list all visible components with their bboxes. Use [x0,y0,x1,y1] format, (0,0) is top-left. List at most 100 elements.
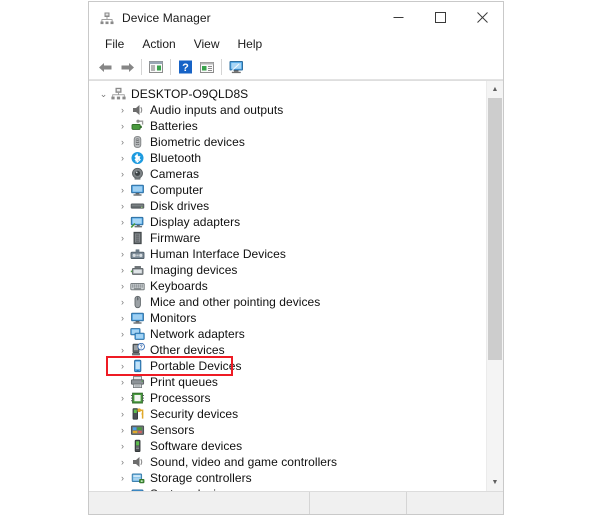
title-bar: Device Manager [89,2,503,33]
tree-item-label: Security devices [150,407,238,421]
chevron-right-icon[interactable]: › [116,474,129,483]
tree-item-label: Sensors [150,423,194,437]
chevron-right-icon[interactable]: › [116,250,129,259]
chevron-right-icon[interactable]: › [116,170,129,179]
tree-item-batteries[interactable]: ›Batteries [89,118,486,134]
maximize-button[interactable] [419,2,461,33]
software-device-icon [129,438,146,454]
menu-item-view[interactable]: View [185,35,229,54]
vertical-scrollbar[interactable]: ▲ ▼ [486,81,503,491]
chevron-right-icon[interactable]: › [116,490,129,492]
display-adapter-icon [129,214,146,230]
imaging-scanner-icon [129,262,146,278]
chevron-down-icon[interactable]: ⌄ [97,90,110,99]
close-button[interactable] [461,2,503,33]
chevron-right-icon[interactable]: › [116,314,129,323]
chevron-right-icon[interactable]: › [116,202,129,211]
tree-item-system-devices[interactable]: ›System devices [89,486,486,491]
screenshot-canvas: Device Manager File Action View Help [0,0,600,530]
chevron-right-icon[interactable]: › [116,234,129,243]
tree-item-software-devices[interactable]: ›Software devices [89,438,486,454]
tree-item-label: Other devices [150,343,225,357]
forward-arrow-icon[interactable] [116,57,138,78]
scrollbar-thumb[interactable] [488,98,502,360]
tree-item-display-adapters[interactable]: › Display adapters [89,214,486,230]
tree-item-label: Human Interface Devices [150,247,286,261]
menu-item-action[interactable]: Action [133,35,184,54]
chevron-right-icon[interactable]: › [116,330,129,339]
chevron-right-icon[interactable]: › [116,138,129,147]
back-arrow-icon[interactable] [94,57,116,78]
properties-icon[interactable] [145,57,167,78]
tree-item-portable-devices[interactable]: ›Portable Devices [89,358,486,374]
window-controls [377,2,503,33]
computer-root-icon [110,86,127,102]
tree-item-label: Audio inputs and outputs [150,103,283,117]
update-driver-icon[interactable] [196,57,218,78]
tree-item-print-queues[interactable]: ›Print queues [89,374,486,390]
scan-hardware-icon[interactable] [225,57,247,78]
tree-item-sound-video-and-game-controllers[interactable]: ›Sound, video and game controllers [89,454,486,470]
other-devices-question-icon: ? [129,342,146,358]
chevron-right-icon[interactable]: › [116,106,129,115]
tree-item-label: Cameras [150,167,199,181]
menu-item-file[interactable]: File [96,35,133,54]
tree-item-storage-controllers[interactable]: ›Storage controllers [89,470,486,486]
speaker-icon [129,454,146,470]
tree-item-mice-and-other-pointing-devices[interactable]: › Mice and other pointing devices [89,294,486,310]
chevron-right-icon[interactable]: › [116,154,129,163]
status-pane-3 [406,492,503,514]
chevron-right-icon[interactable]: › [116,458,129,467]
minimize-button[interactable] [377,2,419,33]
tree-item-computer[interactable]: ›Computer [89,182,486,198]
chevron-right-icon[interactable]: › [116,346,129,355]
chevron-right-icon[interactable]: › [116,426,129,435]
fingerprint-icon [129,134,146,150]
tree-item-human-interface-devices[interactable]: › Human Interface Devices [89,246,486,262]
tree-item-sensors[interactable]: › Sensors [89,422,486,438]
tree-item-label: Display adapters [150,215,240,229]
tree-item-bluetooth[interactable]: ›Bluetooth [89,150,486,166]
chevron-right-icon[interactable]: › [116,378,129,387]
device-manager-window: Device Manager File Action View Help [88,1,504,515]
tree-item-keyboards[interactable]: › Keyboards [89,278,486,294]
tree-item-label: Network adapters [150,327,245,341]
tree-item-security-devices[interactable]: › Security devices [89,406,486,422]
chevron-right-icon[interactable]: › [116,266,129,275]
svg-text:?: ? [182,62,189,74]
scrollbar-track[interactable] [487,98,503,474]
tree-item-monitors[interactable]: ›Monitors [89,310,486,326]
chevron-right-icon[interactable]: › [116,282,129,291]
chevron-right-icon[interactable]: › [116,218,129,227]
portable-device-icon [129,358,146,374]
help-question-icon[interactable]: ? [174,57,196,78]
chevron-right-icon[interactable]: › [116,362,129,371]
chevron-right-icon[interactable]: › [116,394,129,403]
tree-item-biometric-devices[interactable]: ›Biometric devices [89,134,486,150]
device-tree[interactable]: ⌄DESKTOP-O9QLD8S › Audio inputs and output… [89,81,486,491]
tree-item-other-devices[interactable]: ›? Other devices [89,342,486,358]
tree-item-cameras[interactable]: › Cameras [89,166,486,182]
tree-item-label: Keyboards [150,279,208,293]
chevron-right-icon[interactable]: › [116,442,129,451]
tree-item-firmware[interactable]: ›Firmware [89,230,486,246]
menu-item-help[interactable]: Help [229,35,272,54]
security-key-icon [129,406,146,422]
toolbar-separator [141,59,142,75]
scroll-down-button[interactable]: ▼ [487,474,503,491]
tree-item-network-adapters[interactable]: › Network adapters [89,326,486,342]
chevron-right-icon[interactable]: › [116,410,129,419]
tree-item-processors[interactable]: ›Processors [89,390,486,406]
menu-bar: File Action View Help [89,33,503,55]
scroll-up-button[interactable]: ▲ [487,81,503,98]
tree-item-label: Mice and other pointing devices [150,295,320,309]
tree-item-audio-inputs-and-outputs[interactable]: › Audio inputs and outputs [89,102,486,118]
mouse-icon [129,294,146,310]
window-title: Device Manager [122,11,211,25]
tree-root-node[interactable]: ⌄DESKTOP-O9QLD8S [89,86,486,102]
tree-item-disk-drives[interactable]: ›Disk drives [89,198,486,214]
chevron-right-icon[interactable]: › [116,186,129,195]
tree-item-imaging-devices[interactable]: ›Imaging devices [89,262,486,278]
chevron-right-icon[interactable]: › [116,298,129,307]
chevron-right-icon[interactable]: › [116,122,129,131]
